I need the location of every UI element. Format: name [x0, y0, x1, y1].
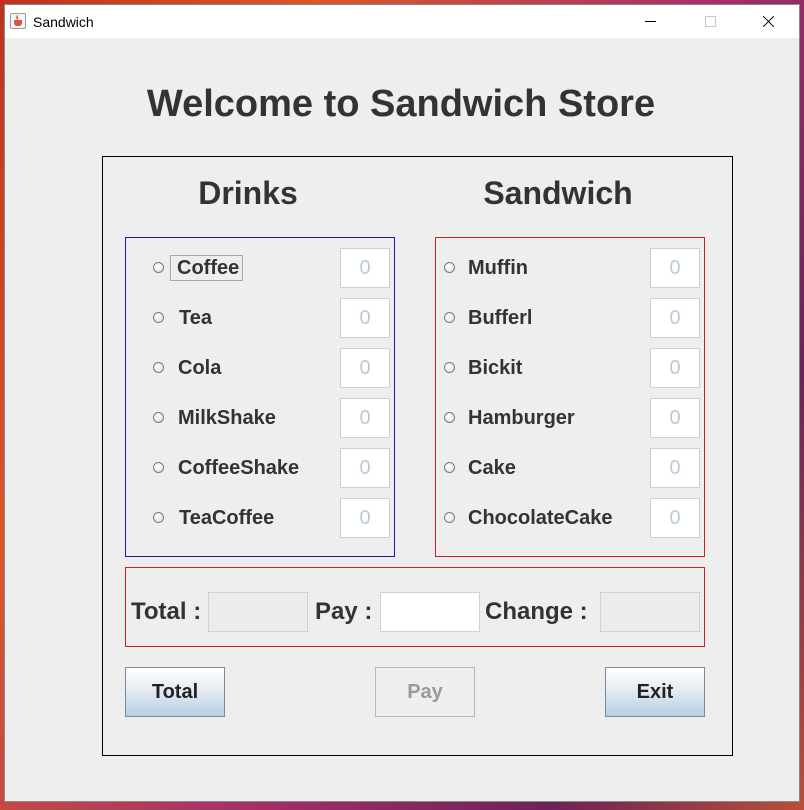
sandwich-panel: Muffin 0 Bufferl 0 Bickit 0 Hamburger 0	[435, 237, 705, 557]
minimize-button[interactable]	[627, 5, 673, 38]
bufferl-label[interactable]: Bufferl	[467, 306, 533, 330]
drink-row-coffeeshake: CoffeeShake 0	[126, 448, 394, 488]
chocolatecake-label[interactable]: ChocolateCake	[467, 506, 614, 530]
coffee-radio[interactable]	[153, 262, 164, 273]
coffeeshake-label[interactable]: CoffeeShake	[177, 456, 300, 480]
pay-label: Pay :	[315, 598, 373, 625]
bickit-qty-field[interactable]: 0	[650, 348, 700, 388]
drink-row-tea: Tea 0	[126, 298, 394, 338]
cola-qty-field[interactable]: 0	[340, 348, 390, 388]
bickit-radio[interactable]	[444, 362, 455, 373]
milkshake-radio[interactable]	[153, 412, 164, 423]
milkshake-qty-field[interactable]: 0	[340, 398, 390, 438]
bufferl-qty-field[interactable]: 0	[650, 298, 700, 338]
sandwich-row-bufferl: Bufferl 0	[436, 298, 704, 338]
drinks-panel: Coffee 0 Tea 0 Cola 0 MilkShake 0 Coffee…	[125, 237, 395, 557]
chocolatecake-qty-field[interactable]: 0	[650, 498, 700, 538]
teacoffee-radio[interactable]	[153, 512, 164, 523]
tea-radio[interactable]	[153, 312, 164, 323]
summary-panel: Total : Pay : Change :	[125, 567, 705, 647]
drink-row-coffee: Coffee 0	[126, 248, 394, 288]
close-button[interactable]	[745, 5, 791, 38]
drink-row-milkshake: MilkShake 0	[126, 398, 394, 438]
sandwich-row-muffin: Muffin 0	[436, 248, 704, 288]
muffin-label[interactable]: Muffin	[467, 256, 529, 280]
muffin-qty-field[interactable]: 0	[650, 248, 700, 288]
exit-button[interactable]: Exit	[605, 667, 705, 717]
drink-row-teacoffee: TeaCoffee 0	[126, 498, 394, 538]
change-field	[600, 592, 700, 632]
sandwich-row-bickit: Bickit 0	[436, 348, 704, 388]
chocolatecake-radio[interactable]	[444, 512, 455, 523]
java-cup-icon	[10, 13, 26, 29]
total-label: Total :	[131, 598, 202, 625]
tea-qty-field[interactable]: 0	[340, 298, 390, 338]
hamburger-qty-field[interactable]: 0	[650, 398, 700, 438]
app-window: Sandwich Welcome to Sandwich Store Drink…	[4, 4, 800, 802]
tea-label[interactable]: Tea	[178, 306, 213, 330]
cake-qty-field[interactable]: 0	[650, 448, 700, 488]
coffee-label[interactable]: Coffee	[170, 255, 244, 281]
muffin-radio[interactable]	[444, 262, 455, 273]
teacoffee-qty-field[interactable]: 0	[340, 498, 390, 538]
sandwich-title: Sandwich	[483, 175, 633, 211]
drink-row-cola: Cola 0	[126, 348, 394, 388]
hamburger-label[interactable]: Hamburger	[467, 406, 576, 430]
cola-radio[interactable]	[153, 362, 164, 373]
coffeeshake-radio[interactable]	[153, 462, 164, 473]
page-title: Welcome to Sandwich Store	[146, 83, 656, 125]
maximize-button[interactable]	[687, 5, 733, 38]
cola-label[interactable]: Cola	[177, 356, 222, 380]
hamburger-radio[interactable]	[444, 412, 455, 423]
sandwich-row-cake: Cake 0	[436, 448, 704, 488]
milkshake-label[interactable]: MilkShake	[177, 406, 277, 430]
title-bar: Sandwich	[5, 5, 799, 38]
cake-radio[interactable]	[444, 462, 455, 473]
main-panel: Drinks Sandwich Coffee 0 Tea 0 Cola 0 Mi…	[102, 156, 733, 756]
coffeeshake-qty-field[interactable]: 0	[340, 448, 390, 488]
sandwich-row-chocolatecake: ChocolateCake 0	[436, 498, 704, 538]
content-pane: Welcome to Sandwich Store Drinks Sandwic…	[5, 38, 799, 803]
pay-input[interactable]	[380, 592, 480, 632]
coffee-qty-field[interactable]: 0	[340, 248, 390, 288]
total-field	[208, 592, 308, 632]
total-button[interactable]: Total	[125, 667, 225, 717]
pay-button[interactable]: Pay	[375, 667, 475, 717]
drinks-title: Drinks	[198, 175, 298, 211]
teacoffee-label[interactable]: TeaCoffee	[178, 506, 275, 530]
sandwich-row-hamburger: Hamburger 0	[436, 398, 704, 438]
change-label: Change :	[485, 598, 588, 625]
window-title: Sandwich	[33, 14, 94, 30]
bickit-label[interactable]: Bickit	[467, 356, 523, 380]
cake-label[interactable]: Cake	[467, 456, 517, 480]
bufferl-radio[interactable]	[444, 312, 455, 323]
